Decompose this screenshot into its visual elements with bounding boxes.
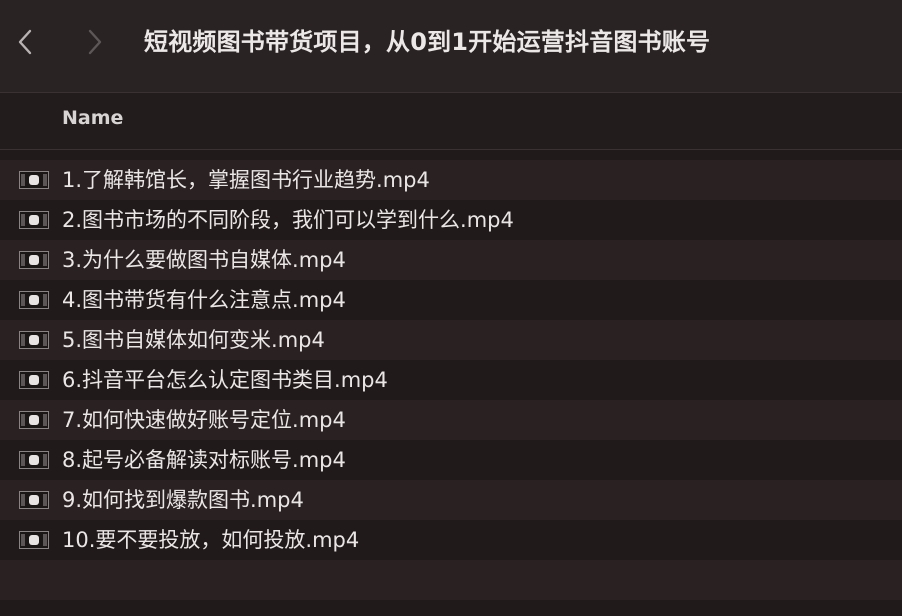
file-row[interactable]: 6.抖音平台怎么认定图书类目.mp4 (0, 360, 902, 400)
list-header: Name (0, 93, 902, 150)
toolbar: 短视频图书带货项目，从0到1开始运营抖音图书账号 (0, 0, 902, 93)
video-file-icon (19, 251, 49, 269)
video-file-icon (19, 171, 49, 189)
back-button[interactable] (10, 24, 40, 60)
window-title: 短视频图书带货项目，从0到1开始运营抖音图书账号 (144, 28, 711, 56)
file-row[interactable]: 8.起号必备解读对标账号.mp4 (0, 440, 902, 480)
finder-window: 短视频图书带货项目，从0到1开始运营抖音图书账号 Name 1.了解韩馆长，掌握… (0, 0, 902, 616)
file-name: 9.如何找到爆款图书.mp4 (62, 488, 304, 512)
file-list: 1.了解韩馆长，掌握图书行业趋势.mp4 2.图书市场的不同阶段，我们可以学到什… (0, 160, 902, 600)
name-column-header[interactable]: Name (62, 107, 123, 129)
video-file-icon (19, 331, 49, 349)
file-row[interactable]: 2.图书市场的不同阶段，我们可以学到什么.mp4 (0, 200, 902, 240)
file-row[interactable]: 10.要不要投放，如何投放.mp4 (0, 520, 902, 560)
file-name: 8.起号必备解读对标账号.mp4 (62, 448, 346, 472)
file-name: 10.要不要投放，如何投放.mp4 (62, 528, 360, 552)
video-file-icon (19, 411, 49, 429)
video-file-icon (19, 211, 49, 229)
file-row[interactable]: 1.了解韩馆长，掌握图书行业趋势.mp4 (0, 160, 902, 200)
video-file-icon (19, 451, 49, 469)
file-name: 7.如何快速做好账号定位.mp4 (62, 408, 346, 432)
file-row[interactable]: 3.为什么要做图书自媒体.mp4 (0, 240, 902, 280)
file-name: 2.图书市场的不同阶段，我们可以学到什么.mp4 (62, 208, 514, 232)
video-file-icon (19, 371, 49, 389)
forward-button[interactable] (80, 24, 110, 60)
chevron-left-icon (18, 29, 32, 55)
video-file-icon (19, 531, 49, 549)
file-row[interactable]: 9.如何找到爆款图书.mp4 (0, 480, 902, 520)
file-name: 5.图书自媒体如何变米.mp4 (62, 328, 325, 352)
file-name: 1.了解韩馆长，掌握图书行业趋势.mp4 (62, 168, 430, 192)
file-name: 4.图书带货有什么注意点.mp4 (62, 288, 346, 312)
video-file-icon (19, 291, 49, 309)
file-name: 6.抖音平台怎么认定图书类目.mp4 (62, 368, 388, 392)
chevron-right-icon (88, 29, 102, 55)
empty-row (0, 560, 902, 600)
file-row[interactable]: 7.如何快速做好账号定位.mp4 (0, 400, 902, 440)
file-row[interactable]: 4.图书带货有什么注意点.mp4 (0, 280, 902, 320)
file-row[interactable]: 5.图书自媒体如何变米.mp4 (0, 320, 902, 360)
video-file-icon (19, 491, 49, 509)
file-name: 3.为什么要做图书自媒体.mp4 (62, 248, 346, 272)
